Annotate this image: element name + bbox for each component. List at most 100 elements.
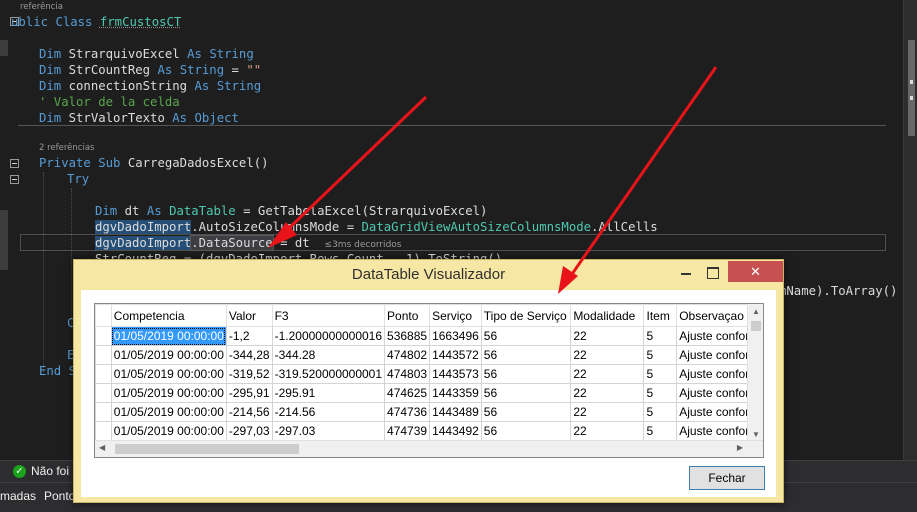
- grid-cell[interactable]: 5: [643, 364, 678, 384]
- grid-cell[interactable]: 56: [480, 421, 572, 441]
- column-header[interactable]: F3: [271, 304, 386, 327]
- grid-cell[interactable]: 536885: [384, 326, 431, 346]
- table-row[interactable]: 01/05/2019 00:00:00 -297,03 -297.03 474739 1…: [95, 421, 763, 441]
- window-client-area: Competencia Valor F3 Ponto Serviço Tipo de Se…: [81, 290, 776, 497]
- tab-call-stack[interactable]: madas: [0, 489, 36, 503]
- editor-vertical-scrollbar[interactable]: [903, 0, 917, 460]
- row-header[interactable]: [95, 383, 112, 403]
- grid-cell[interactable]: 1443492: [429, 421, 482, 441]
- grid-cell[interactable]: 56: [480, 402, 572, 422]
- column-header[interactable]: Item: [643, 304, 678, 327]
- scroll-down-icon[interactable]: ▼: [752, 430, 760, 439]
- table-row[interactable]: 01/05/2019 00:00:00 -344,28 -344.28 474802 1…: [95, 345, 763, 365]
- grid-cell[interactable]: 5: [643, 326, 678, 346]
- scroll-right-icon[interactable]: ▶: [737, 443, 743, 452]
- table-row[interactable]: 01/05/2019 00:00:00 -214,56 -214.56 474736 1…: [95, 402, 763, 422]
- minimize-button[interactable]: [673, 262, 699, 282]
- scroll-up-icon[interactable]: ▲: [752, 307, 760, 316]
- grid-cell[interactable]: -295,91: [225, 383, 273, 403]
- grid-cell[interactable]: 22: [570, 402, 645, 422]
- codelens-references[interactable]: 2 referências: [39, 143, 94, 153]
- grid-cell[interactable]: 01/05/2019 00:00:00: [110, 383, 227, 403]
- grid-cell[interactable]: 474802: [384, 345, 431, 365]
- grid-cell[interactable]: 01/05/2019 00:00:00: [110, 364, 227, 384]
- grid-horizontal-scrollbar[interactable]: ◀ ▶: [95, 440, 763, 457]
- grid-cell[interactable]: 01/05/2019 00:00:00: [110, 345, 227, 365]
- grid-cell[interactable]: -1.20000000000016: [271, 326, 386, 346]
- grid-cell[interactable]: -344.28: [271, 345, 386, 365]
- grid-vertical-scrollbar[interactable]: ▲ ▼: [747, 304, 763, 441]
- grid-cell[interactable]: 22: [570, 326, 645, 346]
- collapse-icon[interactable]: [10, 175, 19, 184]
- column-header[interactable]: Competencia: [110, 304, 227, 327]
- grid-cell[interactable]: -214.56: [271, 402, 386, 422]
- grid-cell[interactable]: 1443572: [429, 345, 482, 365]
- table-row[interactable]: 01/05/2019 00:00:00 -1,2 -1.20000000000016…: [95, 326, 763, 346]
- grid-cell[interactable]: 01/05/2019 00:00:00: [110, 402, 227, 422]
- data-grid-table: Competencia Valor F3 Ponto Serviço Tipo de Se…: [95, 304, 763, 441]
- table-row[interactable]: 01/05/2019 00:00:00 -295,91 -295.91 474625 1…: [95, 383, 763, 403]
- grid-cell[interactable]: -297,03: [225, 421, 273, 441]
- grid-cell[interactable]: 22: [570, 383, 645, 403]
- code-line: Dim dt As DataTable = GetTabelaExcel(Str…: [95, 204, 488, 218]
- fechar-button[interactable]: Fechar: [689, 466, 765, 490]
- row-header[interactable]: [95, 326, 112, 346]
- table-row[interactable]: 01/05/2019 00:00:00 -319,52 -319.520000000…: [95, 364, 763, 384]
- grid-cell[interactable]: 56: [480, 345, 572, 365]
- scrollbar-thumb[interactable]: [115, 444, 299, 454]
- grid-cell[interactable]: 1443573: [429, 364, 482, 384]
- grid-cell[interactable]: 56: [480, 364, 572, 384]
- grid-cell[interactable]: 1663496: [429, 326, 482, 346]
- row-header[interactable]: [95, 402, 112, 422]
- column-header[interactable]: Valor: [225, 304, 273, 327]
- row-header[interactable]: [95, 345, 112, 365]
- code-line: Dim StrarquivoExcel As String: [39, 47, 254, 61]
- data-grid[interactable]: Competencia Valor F3 Ponto Serviço Tipo de Se…: [94, 303, 764, 458]
- grid-cell[interactable]: 5: [643, 345, 678, 365]
- column-header[interactable]: Serviço: [429, 304, 482, 327]
- grid-cell[interactable]: -297.03: [271, 421, 386, 441]
- grid-cell[interactable]: 1443489: [429, 402, 482, 422]
- scroll-left-icon[interactable]: ◀: [99, 443, 105, 452]
- grid-header-row: Competencia Valor F3 Ponto Serviço Tipo de Se…: [95, 304, 763, 327]
- grid-cell[interactable]: 5: [643, 402, 678, 422]
- column-header[interactable]: Tipo de Serviço: [480, 304, 572, 327]
- code-line: Private Sub CarregaDadosExcel(): [39, 156, 269, 170]
- grid-cell[interactable]: -344,28: [225, 345, 273, 365]
- column-header[interactable]: Ponto: [384, 304, 431, 327]
- row-header-corner[interactable]: [95, 304, 112, 327]
- grid-cell[interactable]: 56: [480, 383, 572, 403]
- status-text[interactable]: Não foi: [31, 464, 69, 478]
- scroll-marker: [910, 80, 913, 84]
- grid-cell[interactable]: -319,52: [225, 364, 273, 384]
- grid-cell[interactable]: -319.520000000001: [271, 364, 386, 384]
- grid-cell[interactable]: 01/05/2019 00:00:00: [110, 421, 227, 441]
- grid-cell[interactable]: 474803: [384, 364, 431, 384]
- grid-cell[interactable]: 474625: [384, 383, 431, 403]
- grid-cell[interactable]: 22: [570, 364, 645, 384]
- grid-cell[interactable]: 474739: [384, 421, 431, 441]
- row-header[interactable]: [95, 421, 112, 441]
- grid-cell[interactable]: 5: [643, 421, 678, 441]
- grid-cell[interactable]: 5: [643, 383, 678, 403]
- tab-breakpoints[interactable]: Ponto: [44, 489, 75, 503]
- grid-cell[interactable]: -295.91: [271, 383, 386, 403]
- column-header[interactable]: Modalidade: [570, 304, 645, 327]
- grid-cell[interactable]: -1,2: [225, 326, 273, 346]
- grid-cell[interactable]: 474736: [384, 402, 431, 422]
- grid-cell[interactable]: 22: [570, 421, 645, 441]
- grid-cell[interactable]: 1443359: [429, 383, 482, 403]
- code-line: dgvDadoImport.AutoSizeColumnsMode = Data…: [95, 220, 658, 234]
- grid-cell[interactable]: 22: [570, 345, 645, 365]
- maximize-button[interactable]: [699, 262, 725, 282]
- grid-cell[interactable]: -214,56: [225, 402, 273, 422]
- scrollbar-thumb[interactable]: [751, 321, 761, 331]
- scrollbar-thumb[interactable]: [908, 40, 915, 136]
- row-header[interactable]: [95, 364, 112, 384]
- grid-cell[interactable]: 01/05/2019 00:00:00: [110, 326, 227, 346]
- perf-tip[interactable]: ≤3ms decorridos: [325, 240, 402, 250]
- collapse-icon[interactable]: [10, 159, 19, 168]
- close-button[interactable]: ✕: [728, 261, 783, 282]
- grid-cell[interactable]: 56: [480, 326, 572, 346]
- codelens-references[interactable]: referência: [20, 2, 63, 12]
